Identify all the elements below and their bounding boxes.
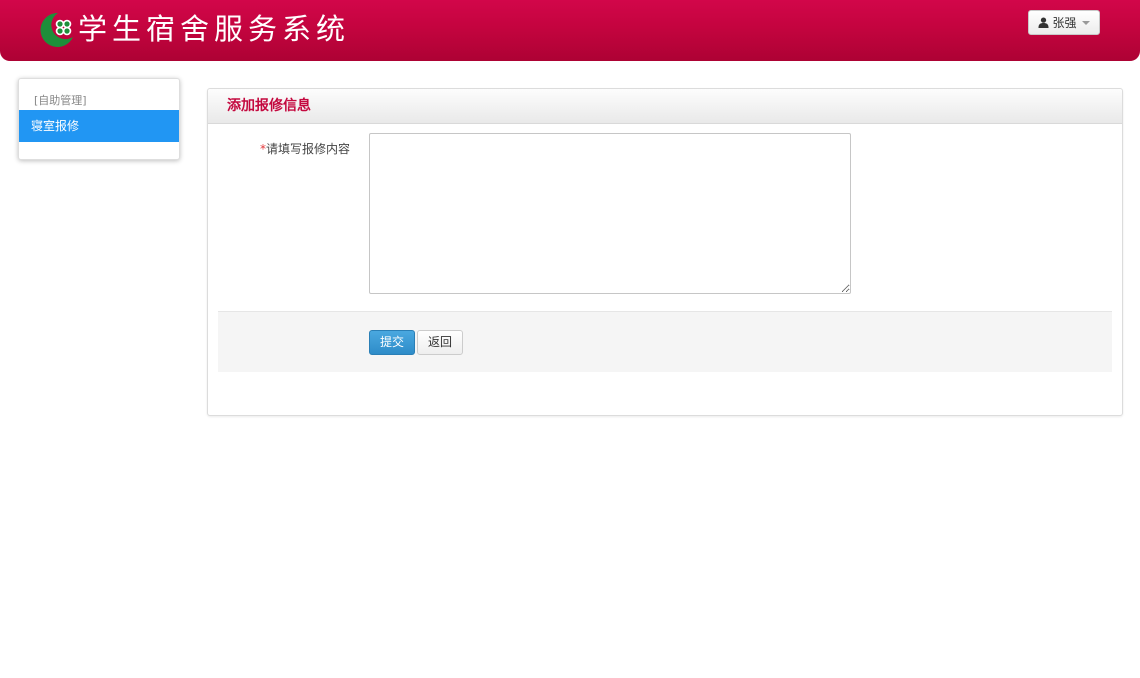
sidebar: [自助管理] 寝室报修 (18, 78, 180, 160)
user-menu-button[interactable]: 张强 (1028, 10, 1100, 35)
content-field-label: *请填写报修内容 (260, 140, 350, 157)
submit-button[interactable]: 提交 (369, 330, 415, 355)
back-button[interactable]: 返回 (417, 330, 463, 355)
repair-content-textarea[interactable] (369, 133, 851, 294)
crescent-clover-logo (40, 12, 73, 47)
user-icon (1038, 17, 1050, 28)
content-label-text: 请填写报修内容 (266, 142, 351, 156)
sidebar-item-dorm-repair[interactable]: 寝室报修 (19, 110, 179, 142)
app-title: 学生宿舍服务系统 (78, 12, 351, 46)
top-header: 学生宿舍服务系统 张强 (0, 0, 1140, 61)
panel-header: 添加报修信息 (208, 89, 1122, 124)
panel-title: 添加报修信息 (227, 98, 311, 114)
sidebar-heading: [自助管理] (34, 94, 87, 107)
chevron-down-icon (1081, 20, 1090, 25)
user-name: 张强 (1052, 16, 1077, 30)
repair-form-panel: 添加报修信息 *请填写报修内容 提交 返回 (207, 88, 1123, 416)
form-action-bar: 提交 返回 (218, 311, 1112, 372)
